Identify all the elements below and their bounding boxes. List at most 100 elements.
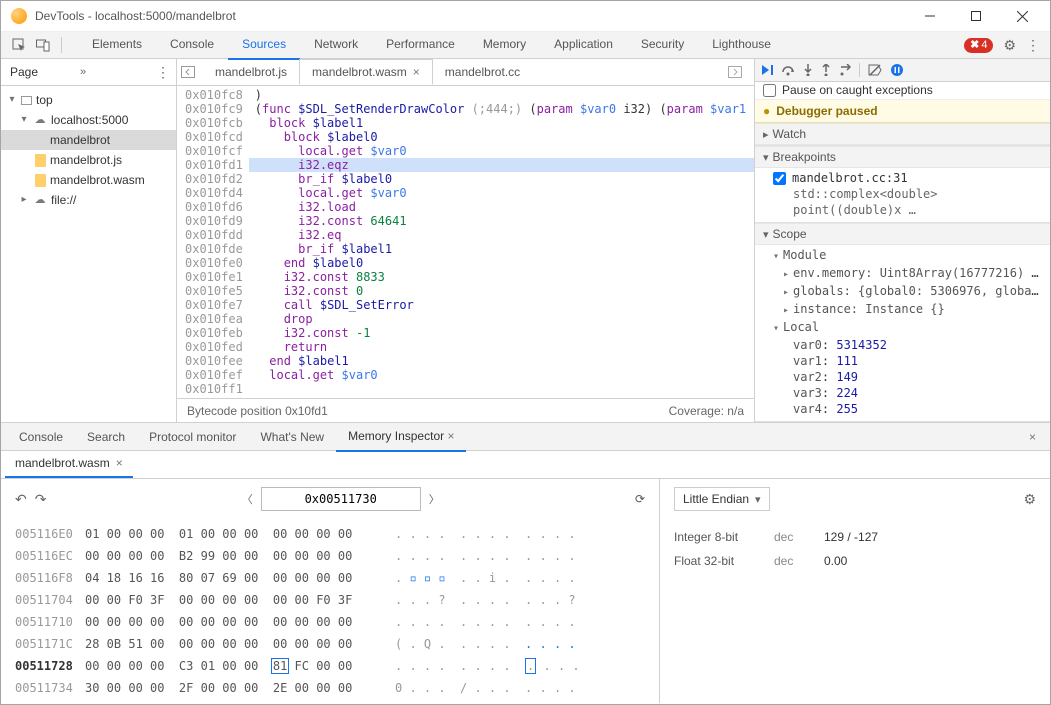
step-into-icon[interactable]: [803, 64, 813, 76]
pause-exceptions-icon[interactable]: [890, 63, 904, 77]
minimize-button[interactable]: [916, 6, 944, 26]
redo-icon[interactable]: ↷: [35, 491, 47, 508]
tree-item-mandelbrot[interactable]: mandelbrot: [1, 130, 176, 150]
file-tab-js[interactable]: mandelbrot.js: [203, 59, 299, 85]
scope-local[interactable]: ▾Local: [773, 319, 1042, 337]
more-menu-icon[interactable]: ⋮: [1026, 37, 1040, 54]
memory-tab-bar: mandelbrot.wasm×: [1, 451, 1050, 479]
code-area[interactable]: 0x010fc80x010fc90x010fcb0x010fcd0x010fcf…: [177, 86, 754, 398]
file-tab-wasm[interactable]: mandelbrot.wasm×: [299, 59, 433, 85]
cloud-icon: ☁: [33, 113, 47, 127]
pause-caught-row: Pause on caught exceptions: [755, 82, 1050, 100]
breakpoint-row[interactable]: mandelbrot.cc:31: [773, 170, 1042, 186]
interpret-settings-icon[interactable]: ⚙: [1023, 491, 1036, 508]
prev-page-icon[interactable]: 〈: [242, 491, 253, 507]
tab-sources[interactable]: Sources: [228, 31, 300, 60]
pause-caught-label: Pause on caught exceptions: [782, 83, 933, 97]
bytecode-position: Bytecode position 0x10fd1: [187, 404, 328, 418]
scope-local-var[interactable]: var1: 111: [773, 353, 1042, 369]
close-icon[interactable]: ×: [413, 59, 420, 85]
divider: [859, 63, 860, 77]
drawer-tab-memory-inspector[interactable]: Memory Inspector ×: [336, 422, 466, 452]
tree-item-js[interactable]: mandelbrot.js: [1, 150, 176, 170]
source-footer: Bytecode position 0x10fd1 Coverage: n/a: [177, 398, 754, 422]
close-icon[interactable]: ×: [447, 429, 454, 443]
tree-host[interactable]: ▾☁localhost:5000: [1, 110, 176, 130]
memory-inspector-body: ↶ ↷ 〈 〉 ⟳ 005116E001 00 00 00 01 00 00 0…: [1, 479, 1050, 703]
scope-module[interactable]: ▾Module: [773, 247, 1042, 265]
file-tab-cc[interactable]: mandelbrot.cc: [433, 59, 532, 85]
drawer-tab-bar: Console Search Protocol monitor What's N…: [1, 423, 1050, 451]
close-button[interactable]: [1008, 6, 1036, 26]
tab-elements[interactable]: Elements: [78, 31, 156, 60]
tree-file-scheme[interactable]: ▸☁file://: [1, 190, 176, 210]
scope-env-memory[interactable]: ▸env.memory: Uint8Array(16777216) [101, …: [773, 265, 1042, 283]
breakpoint-checkbox[interactable]: [773, 172, 786, 185]
title-bar: DevTools - localhost:5000/mandelbrot: [1, 1, 1050, 32]
code-text[interactable]: )(func $SDL_SetRenderDrawColor (;444;) (…: [249, 86, 754, 398]
memory-tab-wasm[interactable]: mandelbrot.wasm×: [5, 451, 133, 478]
drawer-close-icon[interactable]: ×: [1021, 430, 1044, 444]
breakpoints-header[interactable]: ▾Breakpoints: [755, 146, 1050, 168]
navigator-panel: Page » ⋮ ▾top ▾☁localhost:5000 mandelbro…: [1, 59, 177, 422]
step-out-icon[interactable]: [821, 64, 831, 76]
watch-header[interactable]: ▸Watch: [755, 123, 1050, 145]
settings-gear-icon[interactable]: ⚙: [1003, 37, 1016, 54]
scope-local-var[interactable]: var3: 224: [773, 385, 1042, 401]
interpret-values: Integer 8-bit dec 129 / -127 Float 32-bi…: [660, 519, 1050, 579]
resume-icon[interactable]: [761, 64, 773, 76]
tab-application[interactable]: Application: [540, 31, 627, 60]
step-over-icon[interactable]: [781, 64, 795, 76]
navigator-title[interactable]: Page: [7, 65, 80, 79]
scope-header[interactable]: ▾Scope: [755, 223, 1050, 245]
tab-memory[interactable]: Memory: [469, 31, 540, 60]
history-forward-icon[interactable]: [728, 66, 750, 78]
drawer-tab-protocol[interactable]: Protocol monitor: [137, 423, 248, 451]
drawer-tab-search[interactable]: Search: [75, 423, 137, 451]
memory-toolbar: ↶ ↷ 〈 〉 ⟳: [1, 479, 659, 519]
scope-globals[interactable]: ▸globals: {global0: 5306976, global1: 65…: [773, 283, 1042, 301]
tab-lighthouse[interactable]: Lighthouse: [698, 31, 785, 60]
tab-performance[interactable]: Performance: [372, 31, 469, 60]
section-breakpoints: ▾Breakpoints mandelbrot.cc:31 std::compl…: [755, 146, 1050, 223]
step-icon[interactable]: [839, 64, 851, 76]
devtools-logo-icon: [11, 8, 27, 24]
pause-caught-checkbox[interactable]: [763, 84, 776, 97]
close-icon[interactable]: ×: [116, 450, 123, 477]
scope-local-var[interactable]: var4: 255: [773, 401, 1042, 417]
error-icon: ✖: [970, 38, 979, 53]
inspect-icon[interactable]: [7, 38, 31, 52]
maximize-button[interactable]: [962, 6, 990, 26]
breakpoints-body: mandelbrot.cc:31 std::complex<double> po…: [755, 168, 1050, 222]
drawer-tab-console[interactable]: Console: [7, 423, 75, 451]
scope-local-var[interactable]: var2: 149: [773, 369, 1042, 385]
section-watch: ▸Watch: [755, 123, 1050, 146]
interpret-toolbar: Little Endian▾ ⚙: [660, 479, 1050, 519]
navigator-menu-icon[interactable]: ⋮: [156, 64, 170, 81]
tree-item-wasm[interactable]: mandelbrot.wasm: [1, 170, 176, 190]
hex-grid[interactable]: 005116E001 00 00 00 01 00 00 00 00 00 00…: [1, 519, 659, 703]
undo-icon[interactable]: ↶: [15, 491, 27, 508]
next-page-icon[interactable]: 〉: [429, 491, 440, 507]
memory-address-input[interactable]: [261, 487, 421, 511]
scope-local-var[interactable]: var0: 5314352: [773, 337, 1042, 353]
sources-panel: Page » ⋮ ▾top ▾☁localhost:5000 mandelbro…: [1, 59, 1050, 423]
debugger-paused-banner: ● Debugger paused: [755, 100, 1050, 123]
error-count-badge[interactable]: ✖4: [964, 38, 993, 53]
deactivate-breakpoints-icon[interactable]: [868, 64, 882, 76]
drawer-tab-whatsnew[interactable]: What's New: [248, 423, 336, 451]
scope-instance[interactable]: ▸instance: Instance {}: [773, 301, 1042, 319]
source-view: mandelbrot.js mandelbrot.wasm× mandelbro…: [177, 59, 754, 422]
device-toggle-icon[interactable]: [31, 38, 55, 52]
history-back-icon[interactable]: [181, 66, 203, 78]
window-buttons: [916, 6, 1042, 26]
endian-select[interactable]: Little Endian▾: [674, 487, 770, 511]
tab-network[interactable]: Network: [300, 31, 372, 60]
tab-security[interactable]: Security: [627, 31, 698, 60]
refresh-icon[interactable]: ⟳: [635, 492, 645, 506]
tree-top-frame[interactable]: ▾top: [1, 90, 176, 110]
debugger-toolbar: [755, 59, 1050, 82]
tab-console[interactable]: Console: [156, 31, 228, 60]
navigator-more-icon[interactable]: »: [80, 66, 86, 78]
frame-icon: [21, 96, 32, 105]
